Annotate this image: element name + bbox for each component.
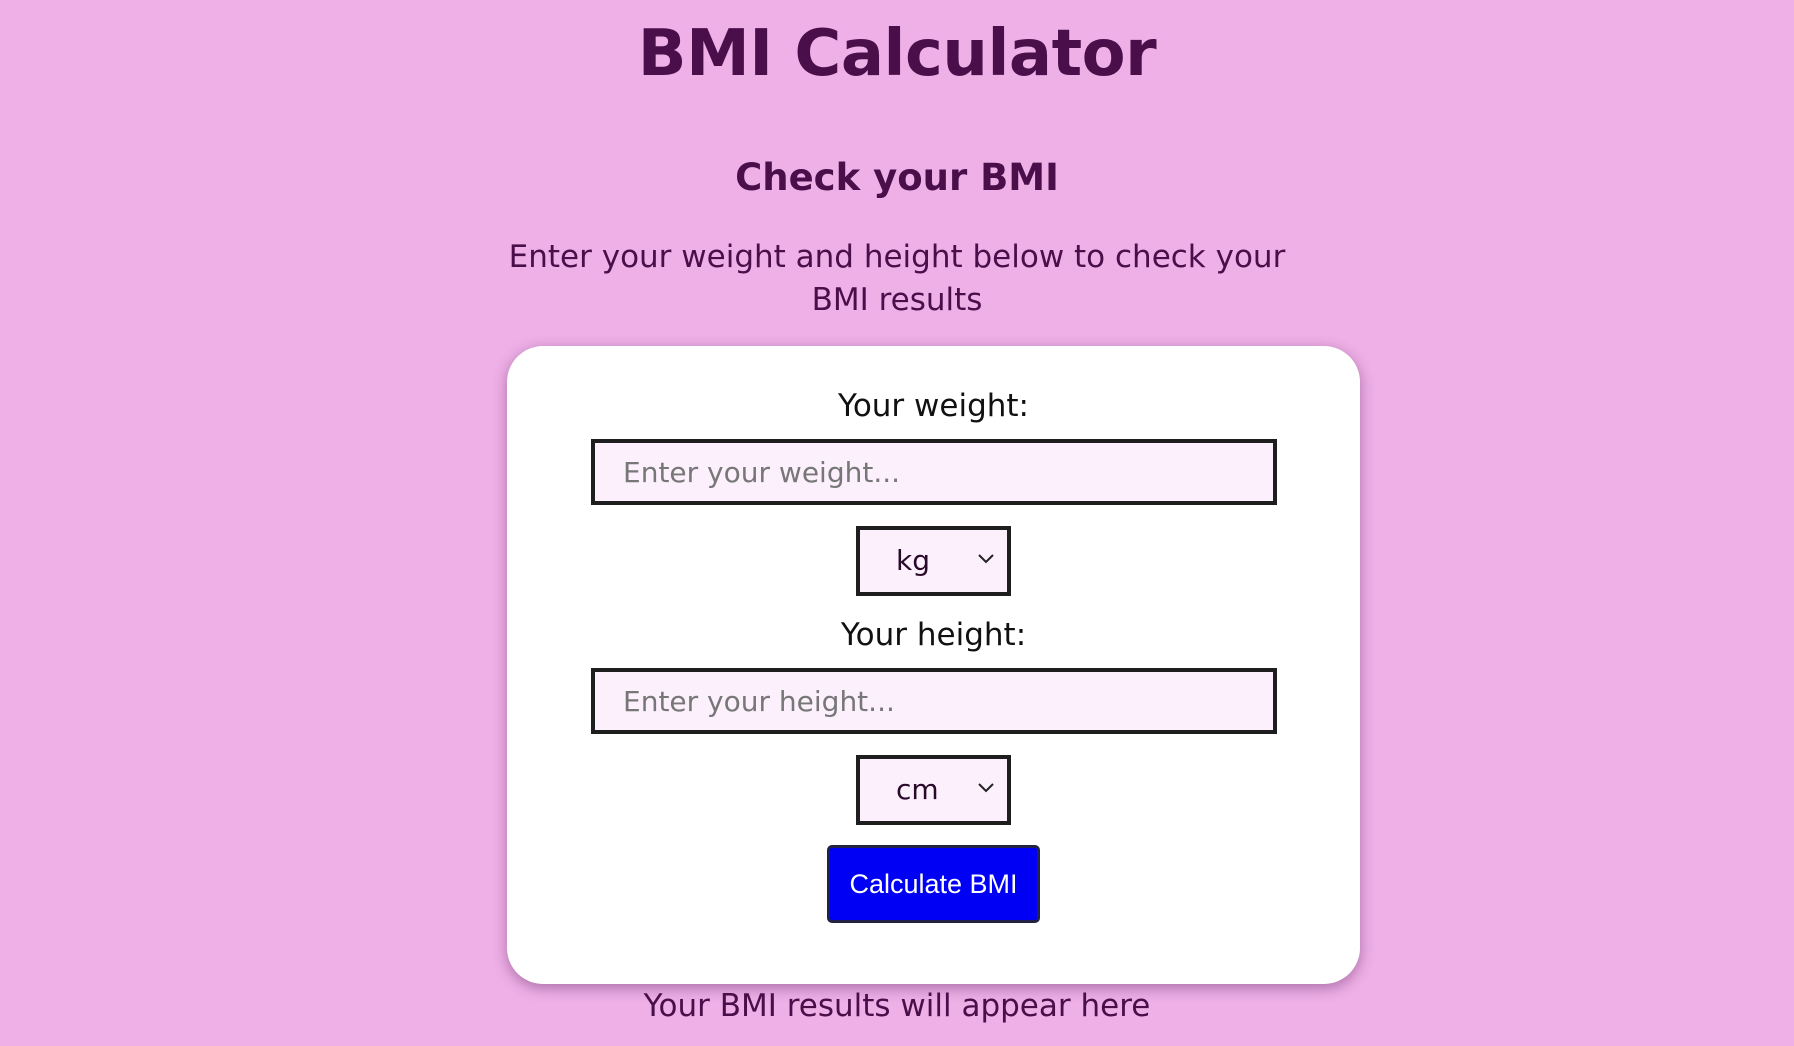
height-unit-value: cm — [896, 773, 939, 806]
bmi-form-card: Your weight: kg Your height: cm Calculat… — [507, 346, 1360, 984]
height-input[interactable] — [591, 668, 1277, 734]
calculate-bmi-button[interactable]: Calculate BMI — [827, 845, 1040, 923]
page-subtitle: Check your BMI — [735, 156, 1059, 199]
chevron-down-icon — [978, 554, 994, 564]
weight-unit-value: kg — [896, 544, 930, 577]
weight-input[interactable] — [591, 439, 1277, 505]
weight-unit-select[interactable]: kg — [856, 526, 1011, 596]
weight-label: Your weight: — [838, 388, 1029, 424]
chevron-down-icon — [978, 783, 994, 793]
height-unit-select[interactable]: cm — [856, 755, 1011, 825]
page-title: BMI Calculator — [637, 17, 1157, 91]
intro-text: Enter your weight and height below to ch… — [508, 239, 1286, 318]
bmi-result-text: Your BMI results will appear here — [643, 988, 1151, 1024]
height-label: Your height: — [840, 617, 1027, 653]
